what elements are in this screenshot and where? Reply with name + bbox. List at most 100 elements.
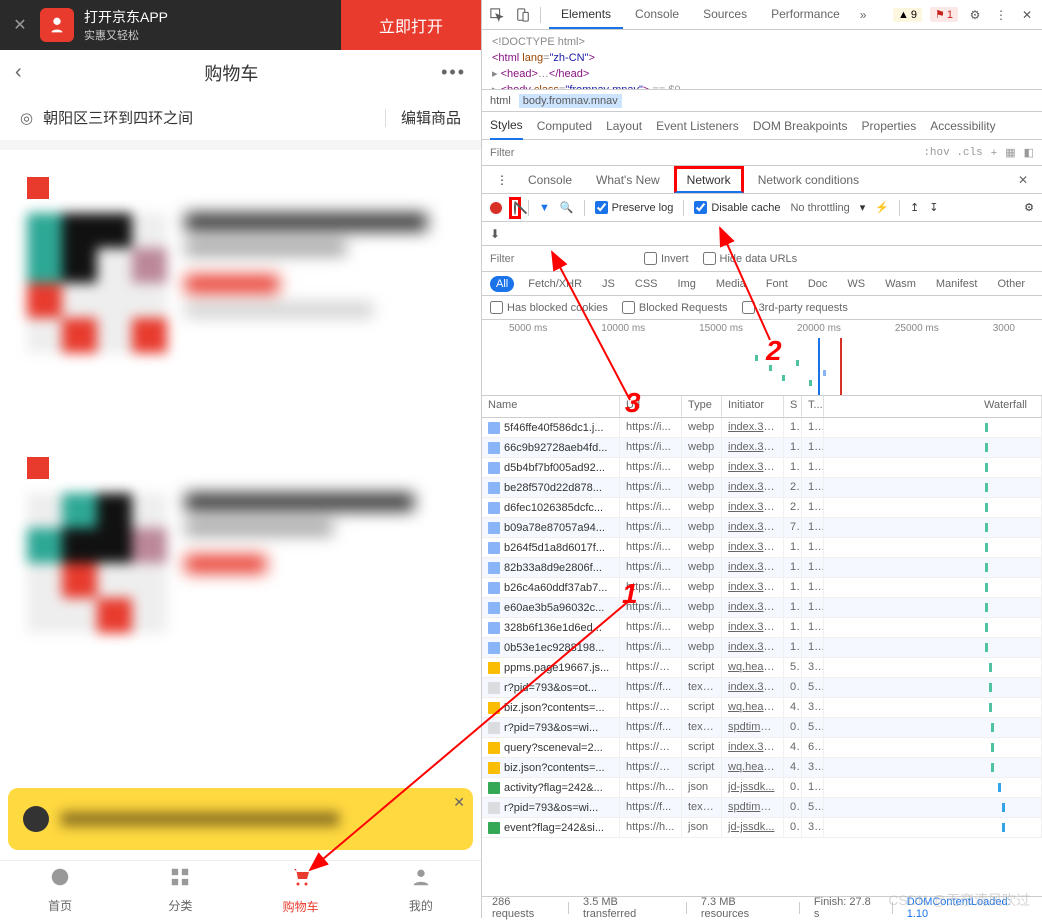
open-app-button[interactable]: 立即打开 [341, 0, 481, 50]
table-row[interactable]: biz.json?contents=...https://w...scriptw… [482, 698, 1042, 718]
download-icon[interactable]: ↧ [929, 201, 938, 214]
hide-data-urls-checkbox[interactable]: Hide data URLs [703, 252, 798, 265]
tab-sources[interactable]: Sources [691, 1, 759, 29]
type-filter-font[interactable]: Font [760, 276, 794, 292]
more-icon[interactable]: ••• [441, 62, 466, 83]
col-name[interactable]: Name [482, 396, 620, 417]
tab-properties[interactable]: Properties [862, 113, 917, 139]
gear-icon[interactable]: ⚙ [966, 6, 984, 24]
table-row[interactable]: 82b33a8d9e2806f...https://i...webpindex.… [482, 558, 1042, 578]
add-rule-icon[interactable]: + [991, 147, 997, 159]
tab-styles[interactable]: Styles [490, 112, 523, 140]
type-filter-all[interactable]: All [490, 276, 514, 292]
table-row[interactable]: e60ae3b5a96032c...https://i...webpindex.… [482, 598, 1042, 618]
type-filter-css[interactable]: CSS [629, 276, 664, 292]
type-filter-media[interactable]: Media [710, 276, 752, 292]
table-row[interactable]: r?pid=793&os=wi...https://f...text/...sp… [482, 718, 1042, 738]
filter-icon[interactable]: ▼ [539, 202, 550, 214]
table-row[interactable]: d6fec1026385dcfc...https://i...webpindex… [482, 498, 1042, 518]
kebab-icon[interactable]: ⋮ [992, 6, 1010, 24]
tab-profile[interactable]: 我的 [361, 866, 481, 914]
tab-console[interactable]: Console [623, 1, 691, 29]
col-url[interactable]: Url [620, 396, 682, 417]
tab-dom-breakpoints[interactable]: DOM Breakpoints [753, 113, 848, 139]
table-row[interactable]: b26c4a60ddf37ab7...https://i...webpindex… [482, 578, 1042, 598]
network-timeline[interactable]: 5000 ms10000 ms15000 ms20000 ms25000 ms3… [482, 320, 1042, 396]
tab-cart[interactable]: 购物车 [241, 865, 361, 915]
hov-cls-toggle[interactable]: :hov .cls [923, 147, 982, 159]
checkbox-icon[interactable] [27, 177, 49, 199]
dock-icon[interactable]: ◧ [1024, 146, 1034, 159]
checkbox-icon[interactable] [27, 457, 49, 479]
network-filter-input[interactable] [490, 253, 630, 265]
elements-dom-tree[interactable]: <!DOCTYPE html> <html lang="zh-CN"> ▸ <h… [482, 30, 1042, 90]
layout-icon[interactable]: ▦ [1005, 146, 1015, 159]
drawer-tab-network-conditions[interactable]: Network conditions [748, 169, 869, 191]
clear-button[interactable] [509, 197, 521, 219]
table-row[interactable]: r?pid=793&os=wi...https://f...text/...sp… [482, 798, 1042, 818]
tab-home[interactable]: 首页 [0, 866, 120, 914]
disable-cache-checkbox[interactable]: Disable cache [694, 201, 780, 214]
type-filter-doc[interactable]: Doc [802, 276, 834, 292]
warnings-badge[interactable]: ▲9 [893, 8, 922, 22]
styles-filter-input[interactable] [490, 147, 915, 159]
edit-items-button[interactable]: 编辑商品 [401, 107, 461, 128]
type-filter-js[interactable]: JS [596, 276, 621, 292]
blocked-requests-checkbox[interactable]: Blocked Requests [622, 301, 728, 314]
tab-category[interactable]: 分类 [120, 866, 240, 914]
preserve-log-checkbox[interactable]: Preserve log [595, 201, 674, 214]
tab-accessibility[interactable]: Accessibility [930, 113, 995, 139]
tab-event-listeners[interactable]: Event Listeners [656, 113, 739, 139]
record-button[interactable] [490, 202, 502, 214]
table-row[interactable]: 5f46ffe40f586dc1.j...https://i...webpind… [482, 418, 1042, 438]
download-icon[interactable]: ⬇ [490, 227, 500, 241]
drawer-tab-whats-new[interactable]: What's New [586, 169, 670, 191]
more-tabs-icon[interactable]: » [860, 8, 867, 22]
type-filter-manifest[interactable]: Manifest [930, 276, 984, 292]
third-party-checkbox[interactable]: 3rd-party requests [742, 301, 848, 314]
gear-icon[interactable]: ⚙ [1024, 201, 1034, 214]
promo-banner[interactable]: ✕ [8, 788, 473, 850]
close-icon[interactable]: ✕ [1012, 173, 1034, 187]
table-row[interactable]: biz.json?contents=...https://w...scriptw… [482, 758, 1042, 778]
breadcrumb-item[interactable]: html [490, 95, 511, 107]
invert-checkbox[interactable]: Invert [644, 252, 689, 265]
drawer-tab-network[interactable]: Network [674, 166, 744, 193]
table-row[interactable]: 328b6f136e1d6ed...https://i...webpindex.… [482, 618, 1042, 638]
search-icon[interactable]: 🔍 [560, 201, 574, 214]
table-row[interactable]: event?flag=242&si...https://h...jsonjd-j… [482, 818, 1042, 838]
table-row[interactable]: 66c9b92728aeb4fd...https://i...webpindex… [482, 438, 1042, 458]
blocked-cookies-checkbox[interactable]: Has blocked cookies [490, 301, 608, 314]
chevron-down-icon[interactable]: ▾ [860, 201, 866, 214]
table-row[interactable]: query?sceneval=2...https://w...scriptind… [482, 738, 1042, 758]
type-filter-fetch/xhr[interactable]: Fetch/XHR [522, 276, 588, 292]
tab-elements[interactable]: Elements [549, 1, 623, 29]
close-icon[interactable]: ✕ [1018, 6, 1036, 24]
location-text[interactable]: 朝阳区三环到四环之间 [43, 107, 370, 128]
tab-layout[interactable]: Layout [606, 113, 642, 139]
breadcrumb-item[interactable]: body.fromnav.mnav [519, 94, 622, 108]
drawer-tab-console[interactable]: Console [518, 169, 582, 191]
table-row[interactable]: r?pid=793&os=ot...https://f...text/...in… [482, 678, 1042, 698]
upload-icon[interactable]: ↥ [910, 201, 919, 214]
back-icon[interactable]: ‹ [15, 61, 22, 84]
col-type[interactable]: Type [682, 396, 722, 417]
table-row[interactable]: be28f570d22d878...https://i...webpindex.… [482, 478, 1042, 498]
close-icon[interactable]: ✕ [453, 794, 465, 811]
wifi-icon[interactable]: ⚡ [875, 201, 889, 214]
tab-computed[interactable]: Computed [537, 113, 592, 139]
table-row[interactable]: 0b53e1ec9288198...https://i...webpindex.… [482, 638, 1042, 658]
type-filter-wasm[interactable]: Wasm [879, 276, 922, 292]
close-icon[interactable]: ✕ [0, 15, 40, 35]
type-filter-img[interactable]: Img [672, 276, 702, 292]
elements-breadcrumb[interactable]: html body.fromnav.mnav [482, 90, 1042, 112]
table-row[interactable]: activity?flag=242&...https://h...jsonjd-… [482, 778, 1042, 798]
type-filter-other[interactable]: Other [991, 276, 1031, 292]
table-row[interactable]: d5b4bf7bf005ad92...https://i...webpindex… [482, 458, 1042, 478]
inspect-element-icon[interactable] [488, 6, 506, 24]
type-filter-ws[interactable]: WS [841, 276, 871, 292]
kebab-icon[interactable]: ⋮ [490, 173, 514, 187]
tab-performance[interactable]: Performance [759, 1, 852, 29]
table-row[interactable]: b09a78e87057a94...https://i...webpindex.… [482, 518, 1042, 538]
table-row[interactable]: ppms.page19667.js...https://w...scriptwq… [482, 658, 1042, 678]
